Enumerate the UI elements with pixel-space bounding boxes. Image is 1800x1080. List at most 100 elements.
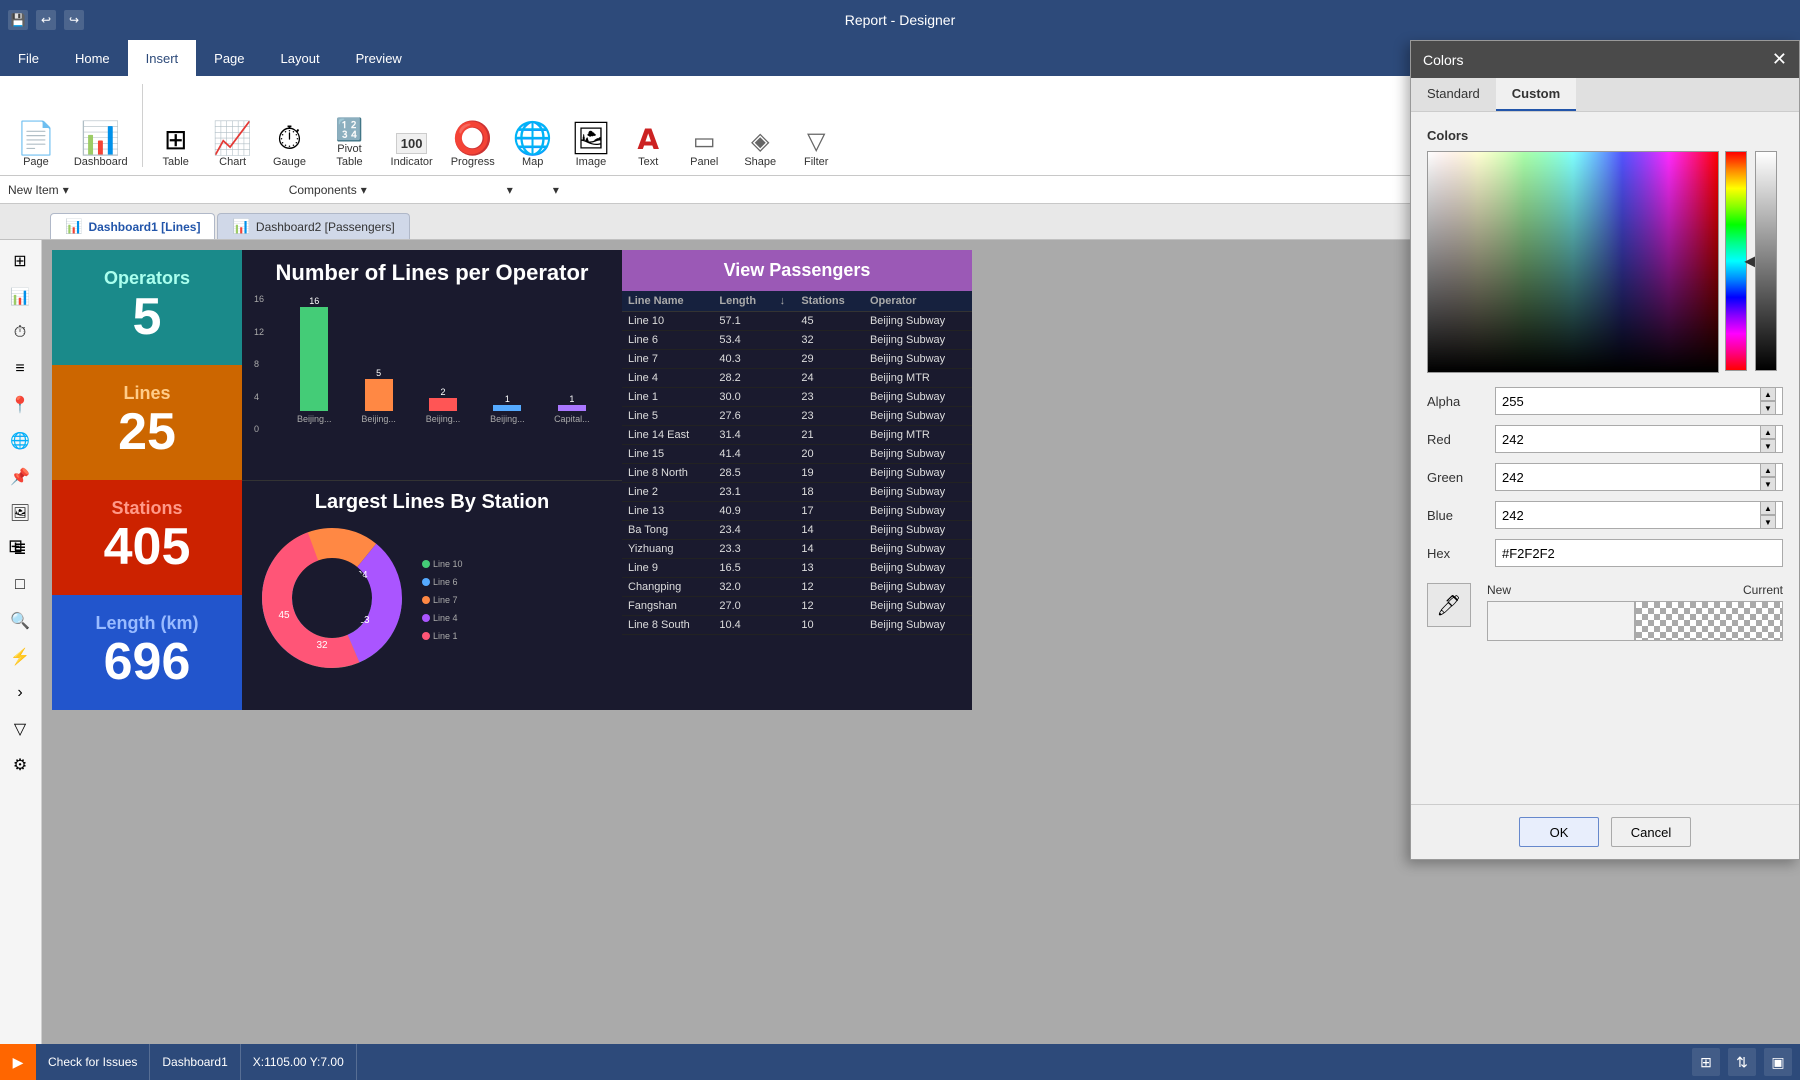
stat-operators[interactable]: Operators 5 [52, 250, 242, 365]
menu-page[interactable]: Page [196, 40, 262, 76]
hex-input[interactable] [1495, 539, 1783, 567]
col-operator[interactable]: Operator [864, 291, 972, 312]
green-down[interactable]: ▼ [1760, 477, 1776, 491]
red-down[interactable]: ▼ [1760, 439, 1776, 453]
ok-button[interactable]: OK [1519, 817, 1599, 847]
blue-spin[interactable]: ▲ ▼ [1760, 501, 1776, 529]
blue-up[interactable]: ▲ [1760, 501, 1776, 515]
new-item-btn[interactable]: New Item ▾ [8, 183, 69, 197]
color-picker-area[interactable]: ◀ [1427, 151, 1783, 371]
menu-file[interactable]: File [0, 40, 57, 76]
alpha-down[interactable]: ▼ [1760, 401, 1776, 415]
tab-custom[interactable]: Custom [1496, 78, 1576, 111]
ribbon-filter[interactable]: ▽ Filter [789, 85, 843, 175]
table-row[interactable]: Line 916.513Beijing Subway [622, 559, 972, 578]
table-row[interactable]: Line 8 South10.410Beijing Subway [622, 616, 972, 635]
ribbon-table[interactable]: ⊞ Table [149, 85, 203, 175]
status-icon-1[interactable]: ⊞ [1692, 1048, 1720, 1076]
ribbon-panel[interactable]: ▭ Panel [677, 85, 731, 175]
table-row[interactable]: Line 1541.420Beijing Subway [622, 445, 972, 464]
menu-layout[interactable]: Layout [263, 40, 338, 76]
table-row[interactable]: Line 653.432Beijing Subway [622, 331, 972, 350]
sidebar-settings-btn[interactable]: ⚙ [2, 748, 38, 782]
alpha-input[interactable]: 255 ▲ ▼ [1495, 387, 1783, 415]
undo-button[interactable]: ↩ [36, 10, 56, 30]
ribbon-page[interactable]: 📄 Page [8, 85, 64, 175]
save-button[interactable]: 💾 [8, 10, 28, 30]
stat-stations[interactable]: Stations 405 [52, 480, 242, 595]
green-input[interactable]: 242 ▲ ▼ [1495, 463, 1783, 491]
ribbon-chart[interactable]: 📈 Chart [205, 85, 261, 175]
pages-nav-icon[interactable]: ⊞ [8, 536, 23, 557]
green-up[interactable]: ▲ [1760, 463, 1776, 477]
title-bar-controls[interactable]: 💾 ↩ ↪ [8, 10, 84, 30]
sidebar-pages-btn[interactable]: ⊞ [2, 244, 38, 278]
sidebar-search-btn[interactable]: 🔍 [2, 604, 38, 638]
table-row[interactable]: Line 8 North28.519Beijing Subway [622, 464, 972, 483]
col-line-name[interactable]: Line Name [622, 291, 713, 312]
blue-down[interactable]: ▼ [1760, 515, 1776, 529]
data-table[interactable]: Line Name Length ↓ Stations Operator Lin… [622, 291, 972, 710]
table-row[interactable]: Line 14 East31.421Beijing MTR [622, 426, 972, 445]
tab-dashboard2[interactable]: 📊 Dashboard2 [Passengers] [217, 213, 409, 239]
ribbon-map[interactable]: 🌐 Map [505, 85, 561, 175]
alpha-up[interactable]: ▲ [1760, 387, 1776, 401]
sidebar-pin-btn[interactable]: 📌 [2, 460, 38, 494]
table-row[interactable]: Changping32.012Beijing Subway [622, 578, 972, 597]
sidebar-globe-btn[interactable]: 🌐 [2, 424, 38, 458]
extra-chevron-2[interactable]: ▾ [553, 183, 559, 197]
sidebar-list-btn[interactable]: ≡ [2, 352, 38, 386]
table-row[interactable]: Line 1340.917Beijing Subway [622, 502, 972, 521]
ribbon-dashboard[interactable]: 📊 Dashboard [66, 85, 136, 175]
table-row[interactable]: Line 223.118Beijing Subway [622, 483, 972, 502]
col-stations[interactable]: Stations [795, 291, 864, 312]
table-row[interactable]: Line 740.329Beijing Subway [622, 350, 972, 369]
tab-standard[interactable]: Standard [1411, 78, 1496, 111]
ribbon-progress[interactable]: ⭕ Progress [443, 85, 503, 175]
table-row[interactable]: Line 130.023Beijing Subway [622, 388, 972, 407]
ribbon-text[interactable]: 𝗔 Text [621, 85, 675, 175]
table-row[interactable]: Line 527.623Beijing Subway [622, 407, 972, 426]
red-spin[interactable]: ▲ ▼ [1760, 425, 1776, 453]
cancel-button[interactable]: Cancel [1611, 817, 1691, 847]
sidebar-plugin-btn[interactable]: ⚡ [2, 640, 38, 674]
extra-chevron-1[interactable]: ▾ [507, 183, 513, 197]
menu-insert[interactable]: Insert [128, 40, 197, 76]
table-row[interactable]: Ba Tong23.414Beijing Subway [622, 521, 972, 540]
sidebar-image-btn[interactable]: 🖼 [2, 496, 38, 530]
sidebar-indicator-btn[interactable]: 📍 [2, 388, 38, 422]
table-row[interactable]: Yizhuang23.314Beijing Subway [622, 540, 972, 559]
sidebar-filter-btn[interactable]: ▽ [2, 712, 38, 746]
dialog-close-button[interactable]: ✕ [1772, 49, 1787, 70]
ribbon-indicator[interactable]: 100 Indicator [383, 85, 441, 175]
table-row[interactable]: Line 1057.145Beijing Subway [622, 312, 972, 331]
redo-button[interactable]: ↪ [64, 10, 84, 30]
red-up[interactable]: ▲ [1760, 425, 1776, 439]
table-row[interactable]: Line 428.224Beijing MTR [622, 369, 972, 388]
alpha-spin[interactable]: ▲ ▼ [1760, 387, 1776, 415]
sidebar-square-btn[interactable]: □ [2, 568, 38, 602]
ribbon-gauge[interactable]: ⏱ Gauge [263, 85, 317, 175]
color-gradient[interactable] [1427, 151, 1719, 373]
status-icon-2[interactable]: ⇅ [1728, 1048, 1756, 1076]
check-issues-btn[interactable]: Check for Issues [36, 1044, 150, 1080]
play-button[interactable]: ▶ [0, 1044, 36, 1080]
menu-preview[interactable]: Preview [338, 40, 420, 76]
ribbon-pivot[interactable]: 🔢 PivotTable [319, 85, 381, 175]
table-row[interactable]: Fangshan27.012Beijing Subway [622, 597, 972, 616]
red-input[interactable]: 242 ▲ ▼ [1495, 425, 1783, 453]
ribbon-image[interactable]: 🖼 Image [563, 85, 620, 175]
menu-home[interactable]: Home [57, 40, 128, 76]
sidebar-chart-btn[interactable]: 📊 [2, 280, 38, 314]
sidebar-gauge-btn[interactable]: ⏱ [2, 316, 38, 350]
eyedropper-button[interactable]: 🖊 [1427, 583, 1471, 627]
blue-input[interactable]: 242 ▲ ▼ [1495, 501, 1783, 529]
components-btn[interactable]: Components ▾ [289, 183, 367, 197]
lightness-strip[interactable] [1755, 151, 1777, 371]
green-spin[interactable]: ▲ ▼ [1760, 463, 1776, 491]
sidebar-chevron-btn[interactable]: › [2, 676, 38, 710]
col-length[interactable]: Length [713, 291, 773, 312]
col-sort[interactable]: ↓ [774, 291, 796, 312]
ribbon-shape[interactable]: ◈ Shape [733, 85, 787, 175]
stat-length[interactable]: Length (km) 696 [52, 595, 242, 710]
